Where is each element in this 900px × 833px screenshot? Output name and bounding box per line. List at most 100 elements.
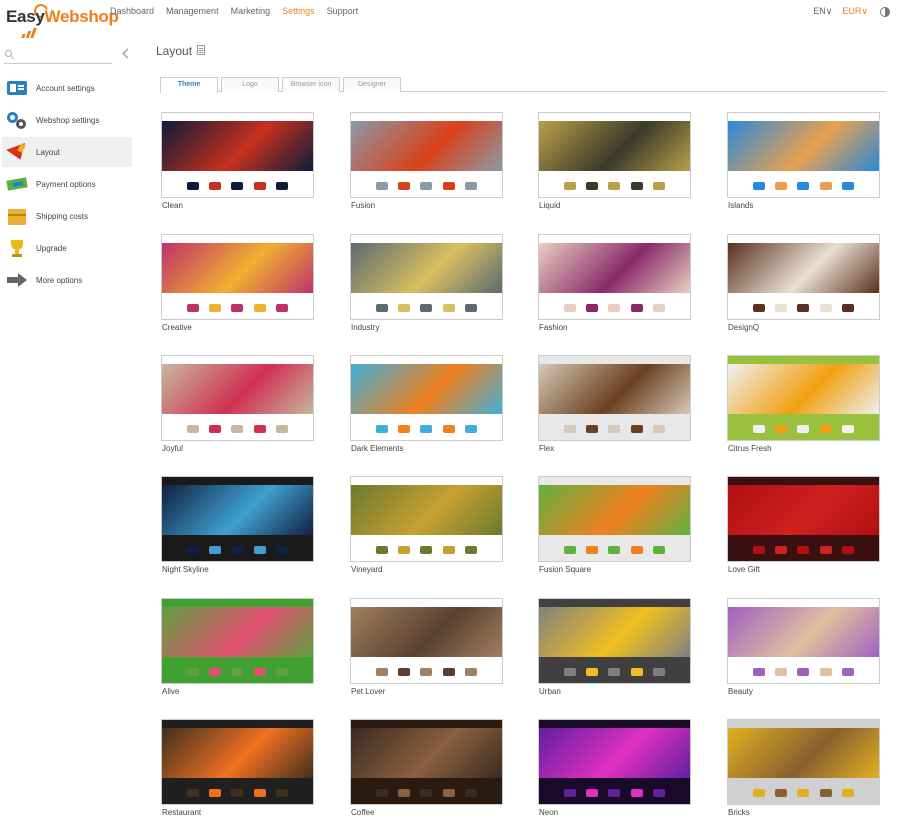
product-swatch bbox=[442, 546, 455, 554]
theme-thumbnail[interactable] bbox=[538, 355, 691, 441]
thumbnail-products bbox=[539, 780, 690, 804]
sidebar-item-upgrade[interactable]: Upgrade bbox=[2, 233, 132, 263]
product-swatch bbox=[231, 789, 244, 797]
theme-thumbnail[interactable] bbox=[727, 112, 880, 198]
theme-card-islands[interactable] bbox=[727, 112, 880, 198]
product-swatch bbox=[442, 789, 455, 797]
sidebar-item-more-options[interactable]: More options bbox=[2, 265, 132, 295]
theme-card-fusion[interactable] bbox=[350, 112, 503, 198]
product-swatch bbox=[797, 789, 810, 797]
theme-card-citrus-fresh[interactable] bbox=[727, 355, 880, 441]
nav-dashboard[interactable]: Dashboard bbox=[110, 6, 154, 16]
theme-thumbnail[interactable] bbox=[161, 719, 314, 805]
theme-card-dark-elements[interactable] bbox=[350, 355, 503, 441]
tab-theme[interactable]: Theme bbox=[160, 77, 218, 93]
theme-thumbnail[interactable] bbox=[161, 598, 314, 684]
theme-thumbnail[interactable] bbox=[538, 112, 691, 198]
thumbnail-banner bbox=[351, 728, 502, 778]
theme-card-urban[interactable] bbox=[538, 598, 691, 684]
sidebar-item-account-settings[interactable]: Account settings bbox=[2, 73, 132, 103]
theme-thumbnail[interactable] bbox=[161, 476, 314, 562]
nav-settings[interactable]: Settings bbox=[282, 6, 315, 16]
product-swatch bbox=[586, 304, 599, 312]
theme-card-beauty[interactable] bbox=[727, 598, 880, 684]
theme-card-creative[interactable] bbox=[161, 234, 314, 320]
theme-thumbnail[interactable] bbox=[727, 234, 880, 320]
theme-card-liquid[interactable] bbox=[538, 112, 691, 198]
theme-thumbnail[interactable] bbox=[350, 598, 503, 684]
product-swatch bbox=[797, 668, 810, 676]
nav-support[interactable]: Support bbox=[327, 6, 359, 16]
thumbnail-products bbox=[728, 173, 879, 197]
thumbnail-banner bbox=[539, 364, 690, 414]
product-swatch bbox=[275, 546, 288, 554]
theme-card-alive[interactable] bbox=[161, 598, 314, 684]
thumbnail-header bbox=[539, 599, 690, 607]
theme-card-flex[interactable] bbox=[538, 355, 691, 441]
theme-card-fashion[interactable] bbox=[538, 234, 691, 320]
product-swatch bbox=[630, 425, 643, 433]
theme-card-neon[interactable] bbox=[538, 719, 691, 805]
product-swatch bbox=[775, 425, 788, 433]
theme-thumbnail[interactable] bbox=[727, 476, 880, 562]
account-card-icon bbox=[5, 78, 29, 98]
theme-thumbnail[interactable] bbox=[727, 355, 880, 441]
currency-selector[interactable]: EUR∨ bbox=[842, 6, 868, 17]
product-swatch bbox=[464, 304, 477, 312]
theme-card-pet-lover[interactable] bbox=[350, 598, 503, 684]
sidebar-item-label: Account settings bbox=[36, 83, 95, 93]
sidebar-item-shipping-costs[interactable]: Shipping costs bbox=[2, 201, 132, 231]
theme-thumbnail[interactable] bbox=[161, 234, 314, 320]
sidebar-search-input[interactable] bbox=[4, 48, 112, 64]
theme-card-vineyard[interactable] bbox=[350, 476, 503, 562]
main-nav: Dashboard Management Marketing Settings Supp… bbox=[110, 6, 370, 16]
theme-thumbnail[interactable] bbox=[538, 719, 691, 805]
theme-thumbnail[interactable] bbox=[727, 598, 880, 684]
product-swatch bbox=[608, 182, 621, 190]
theme-thumbnail[interactable] bbox=[350, 476, 503, 562]
document-icon[interactable] bbox=[197, 45, 205, 55]
tab-designer[interactable]: Designer bbox=[343, 77, 401, 92]
nav-marketing[interactable]: Marketing bbox=[231, 6, 271, 16]
tab-logo[interactable]: Logo bbox=[221, 77, 279, 92]
theme-card-restaurant[interactable] bbox=[161, 719, 314, 805]
theme-card-night-skyline[interactable] bbox=[161, 476, 314, 562]
product-swatch bbox=[209, 668, 222, 676]
theme-thumbnail[interactable] bbox=[350, 355, 503, 441]
contrast-toggle-icon[interactable] bbox=[880, 6, 890, 17]
theme-thumbnail[interactable] bbox=[350, 112, 503, 198]
theme-card-bricks[interactable] bbox=[727, 719, 880, 805]
theme-thumbnail[interactable] bbox=[161, 355, 314, 441]
sidebar-item-label: More options bbox=[36, 275, 83, 285]
thumbnail-products bbox=[351, 416, 502, 440]
theme-card-fusion-square[interactable] bbox=[538, 476, 691, 562]
sidebar-item-layout[interactable]: Layout bbox=[2, 137, 132, 167]
theme-thumbnail[interactable] bbox=[350, 234, 503, 320]
theme-card-love-gift[interactable] bbox=[727, 476, 880, 562]
theme-thumbnail[interactable] bbox=[538, 598, 691, 684]
sidebar-item-payment-options[interactable]: Payment options bbox=[2, 169, 132, 199]
theme-card-designq[interactable] bbox=[727, 234, 880, 320]
theme-card-clean[interactable] bbox=[161, 112, 314, 198]
language-selector[interactable]: EN∨ bbox=[813, 6, 832, 17]
theme-thumbnail[interactable] bbox=[350, 719, 503, 805]
collapse-sidebar-icon[interactable] bbox=[122, 48, 133, 59]
theme-thumbnail[interactable] bbox=[727, 719, 880, 805]
thumbnail-products bbox=[539, 537, 690, 561]
sidebar-item-label: Payment options bbox=[36, 179, 96, 189]
theme-thumbnail[interactable] bbox=[538, 234, 691, 320]
nav-management[interactable]: Management bbox=[166, 6, 219, 16]
theme-card-industry[interactable] bbox=[350, 234, 503, 320]
theme-card-coffee[interactable] bbox=[350, 719, 503, 805]
theme-thumbnail[interactable] bbox=[538, 476, 691, 562]
product-swatch bbox=[275, 304, 288, 312]
theme-card-joyful[interactable] bbox=[161, 355, 314, 441]
tab-browser-icon[interactable]: Browser icon bbox=[282, 77, 340, 92]
layout-tabs: Theme Logo Browser icon Designer bbox=[160, 77, 886, 93]
theme-name: Bricks bbox=[728, 808, 750, 817]
logo[interactable]: EasyWebshop bbox=[6, 1, 119, 38]
thumbnail-banner bbox=[728, 485, 879, 535]
theme-thumbnail[interactable] bbox=[161, 112, 314, 198]
product-swatch bbox=[819, 546, 832, 554]
sidebar-item-webshop-settings[interactable]: Webshop settings bbox=[2, 105, 132, 135]
